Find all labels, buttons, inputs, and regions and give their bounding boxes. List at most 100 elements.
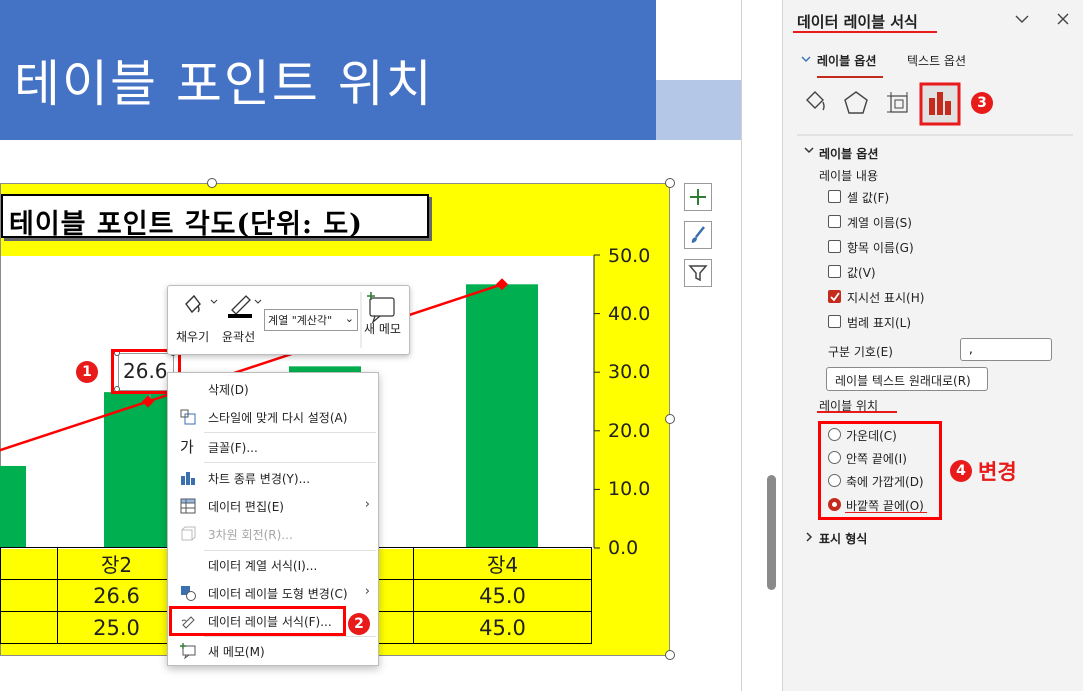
- filter-icon: [688, 265, 708, 282]
- section-label-options[interactable]: 레이블 옵션: [819, 145, 878, 162]
- table-cell: 45.0: [413, 579, 592, 612]
- size-properties-icon: [887, 92, 908, 113]
- menu-item-edit-data[interactable]: 데이터 편집(E) ›: [168, 492, 378, 520]
- slide-edge: [741, 0, 742, 691]
- label-contains-heading: 레이블 내용: [819, 169, 879, 183]
- fill-line-icon: [806, 91, 825, 111]
- rotate-3d-icon: [181, 526, 196, 541]
- outline-button[interactable]: 윤곽선: [222, 328, 255, 345]
- table-cell: 45.0: [413, 611, 592, 644]
- chart-styles-button[interactable]: [684, 221, 712, 249]
- y-tick-label: 40.0: [608, 303, 651, 325]
- y-tick-label: 0.0: [608, 537, 639, 559]
- step-badge-1: 1: [76, 361, 98, 383]
- menu-item-3d-rotation[interactable]: 3차원 회전(R)...: [168, 520, 378, 548]
- separator-select[interactable]: ,: [960, 338, 1052, 361]
- separator-select-value: ,: [969, 342, 973, 356]
- menu-item-label: 3차원 회전(R)...: [208, 528, 293, 542]
- step-badge-4: 4: [950, 460, 972, 482]
- y-tick-label: 10.0: [608, 478, 651, 500]
- menu-item-format-series[interactable]: 데이터 계열 서식(I)...: [168, 551, 378, 579]
- slide-canvas: 테이블 포인트 위치 테이블 포인트 각도(단위: 도) 50.0 40.0 3…: [0, 0, 782, 691]
- new-memo-icon: [180, 643, 196, 659]
- close-icon: [1057, 13, 1069, 25]
- chevron-down-icon: ⌄: [344, 312, 354, 325]
- menu-item-font[interactable]: 가 글꼴(F)...: [168, 433, 378, 461]
- change-annotation: 변경: [978, 460, 1017, 484]
- new-memo-button[interactable]: 새 메모: [364, 320, 401, 337]
- resize-handle[interactable]: [665, 178, 675, 188]
- checkbox-cell-value[interactable]: [828, 190, 841, 203]
- resize-handle[interactable]: [665, 650, 675, 660]
- chevron-down-icon: [254, 299, 262, 304]
- checkbox-label: 항목 이름(G): [847, 241, 914, 255]
- bar-장1[interactable]: [0, 465, 26, 548]
- fill-bucket-icon: [185, 294, 201, 314]
- chevron-down-icon: [210, 299, 218, 304]
- table-cell: 장4: [413, 547, 592, 580]
- highlight-box-menu-item: [169, 606, 346, 636]
- table-cell: 25.0: [57, 611, 176, 644]
- checkbox-category-name[interactable]: [828, 240, 841, 253]
- chevron-down-icon: [1015, 15, 1029, 23]
- resize-handle[interactable]: [665, 414, 675, 424]
- menu-item-reset-style[interactable]: 스타일에 맞게 다시 설정(A): [168, 403, 378, 431]
- effects-pentagon-icon: [844, 91, 868, 114]
- menu-separator: [204, 462, 376, 463]
- checkbox-value[interactable]: [828, 265, 841, 278]
- checkbox-label: 범례 표지(L): [847, 316, 912, 330]
- reset-label-text-button[interactable]: 레이블 텍스트 원래대로(R): [826, 367, 988, 391]
- chevron-right-icon: [806, 532, 813, 542]
- chevron-down-icon: [801, 56, 811, 62]
- brush-icon: [691, 226, 705, 243]
- chart-filters-button[interactable]: [684, 259, 712, 287]
- step-badge-2: 2: [348, 613, 370, 635]
- table-cell: 26.6: [57, 579, 176, 612]
- checkbox-series-name[interactable]: [828, 215, 841, 228]
- outline-pen-icon: [228, 295, 252, 318]
- checkbox-legend-key[interactable]: [828, 315, 841, 328]
- bar-장4[interactable]: [466, 284, 538, 548]
- shape-change-icon: [181, 586, 196, 601]
- tab-text-options[interactable]: 텍스트 옵션: [907, 52, 966, 69]
- step-badge-3: 3: [971, 92, 993, 114]
- reset-style-icon: [180, 409, 196, 425]
- menu-item-label: 삭제(D): [208, 383, 249, 397]
- section-number[interactable]: 표시 형식: [819, 530, 867, 547]
- menu-item-label: 새 메모(M): [208, 645, 265, 659]
- menu-item-label: 스타일에 맞게 다시 설정(A): [208, 411, 348, 425]
- highlight-box-label-position: [818, 421, 942, 520]
- font-icon: 가: [180, 438, 194, 456]
- checkbox-show-leader-lines[interactable]: [828, 290, 841, 303]
- checkbox-label: 셀 값(F): [847, 191, 890, 205]
- checkbox-label: 계열 이름(S): [847, 216, 912, 230]
- table-cell: [0, 611, 58, 644]
- tab-label-options[interactable]: 레이블 옵션: [817, 52, 876, 69]
- plus-icon: [690, 189, 706, 205]
- y-tick-label: 20.0: [608, 420, 651, 442]
- new-memo-icon: [367, 292, 395, 324]
- menu-item-delete[interactable]: 삭제(D): [168, 375, 378, 403]
- menu-item-label: 글꼴(F)...: [208, 441, 258, 455]
- menu-item-new-memo[interactable]: 새 메모(M): [168, 637, 378, 665]
- series-select[interactable]: 계열 "계산각" ⌄: [264, 309, 358, 331]
- menu-item-label: 데이터 계열 서식(I)...: [208, 559, 318, 573]
- chevron-right-icon: ›: [364, 584, 370, 599]
- menu-item-label: 데이터 레이블 도형 변경(C): [208, 587, 348, 601]
- bar-장2[interactable]: [104, 392, 176, 548]
- checkbox-label: 값(V): [847, 266, 876, 280]
- checkbox-label: 지시선 표시(H): [847, 291, 925, 305]
- menu-item-change-label-shape[interactable]: 데이터 레이블 도형 변경(C) ›: [168, 579, 378, 607]
- table-cell: [0, 547, 58, 580]
- series-select-value: 계열 "계산각": [268, 314, 333, 327]
- resize-handle[interactable]: [207, 178, 217, 188]
- fill-button[interactable]: 채우기: [176, 328, 209, 345]
- checkmark-icon: [830, 292, 840, 302]
- vertical-scrollbar[interactable]: [767, 475, 776, 590]
- table-cell: 장2: [57, 547, 176, 580]
- chart-elements-button[interactable]: [684, 183, 712, 211]
- data-edit-icon: [180, 498, 196, 514]
- chevron-down-icon: [804, 147, 814, 154]
- chart-type-icon: [181, 472, 195, 485]
- menu-item-change-chart-type[interactable]: 차트 종류 변경(Y)...: [168, 464, 378, 492]
